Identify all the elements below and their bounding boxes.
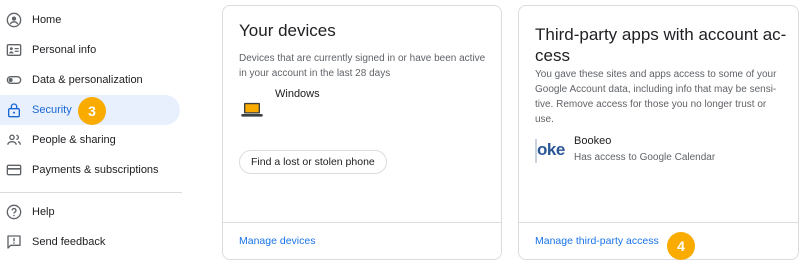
sidebar-item-label: People & sharing	[32, 134, 116, 146]
devices-card-title: Your devices	[239, 21, 336, 40]
id-card-icon	[6, 44, 22, 56]
laptop-icon	[241, 102, 263, 117]
find-phone-button[interactable]: Find a lost or stolen phone	[239, 150, 387, 174]
sidebar-item-label: Data & personalization	[32, 74, 143, 86]
title-line-2: cess	[535, 46, 570, 65]
sidebar-item-help[interactable]: Help	[0, 197, 180, 227]
sidebar-item-data-personalization[interactable]: Data & personalization	[0, 65, 180, 95]
google-account-security-page: Home Personal info Data & personalizatio…	[0, 0, 800, 267]
step-badge-3: 3	[78, 97, 106, 125]
devices-card: Your devices Devices that are currently …	[222, 5, 502, 260]
credit-card-icon	[6, 164, 22, 176]
sidebar-item-label: Home	[32, 14, 62, 26]
sidebar-item-label: Security	[32, 104, 72, 116]
sidebar-item-home[interactable]: Home	[0, 5, 180, 35]
third-party-apps-card: Third-party apps with account ac- cess Y…	[518, 5, 799, 260]
third-party-card-title: Third-party apps with account ac- cess	[535, 24, 786, 66]
sidebar-item-send-feedback[interactable]: Send feedback	[0, 227, 180, 257]
sidebar-item-label: Help	[32, 206, 55, 218]
app-name[interactable]: Bookeo	[574, 135, 611, 147]
manage-devices-link[interactable]: Manage devices	[239, 235, 315, 247]
sidebar-nav: Home Personal info Data & personalizatio…	[0, 0, 182, 267]
title-line-1: Third-party apps with account ac-	[535, 25, 787, 44]
sidebar-divider	[0, 192, 182, 193]
app-logo-text: oke	[537, 140, 565, 159]
bookeo-logo: oke	[535, 139, 565, 163]
help-icon	[6, 204, 22, 220]
sidebar-item-personal-info[interactable]: Personal info	[0, 35, 180, 65]
toggle-icon	[6, 76, 22, 84]
sidebar-item-payments-subscriptions[interactable]: Payments & subscriptions	[0, 155, 180, 185]
step-badge-4: 4	[667, 232, 695, 260]
manage-third-party-access-link[interactable]: Manage third-party access	[535, 235, 659, 247]
device-name[interactable]: Windows	[275, 88, 320, 100]
devices-card-description: Devices that are currently signed in or …	[239, 53, 486, 79]
feedback-icon	[7, 235, 21, 249]
lock-icon	[8, 103, 20, 118]
sidebar-item-label: Send feedback	[32, 236, 106, 248]
sidebar-item-label: Personal info	[32, 44, 97, 56]
devices-card-footer: Manage devices	[223, 222, 501, 259]
sidebar-item-label: Payments & subscriptions	[32, 164, 159, 176]
people-icon	[7, 134, 21, 145]
sidebar-item-people-sharing[interactable]: People & sharing	[0, 125, 180, 155]
third-party-card-description: You gave these sites and apps access to …	[535, 69, 777, 125]
app-access-description: Has access to Google Calendar	[574, 152, 716, 163]
third-party-card-footer: Manage third-party access	[519, 222, 798, 259]
account-circle-icon	[6, 12, 22, 28]
